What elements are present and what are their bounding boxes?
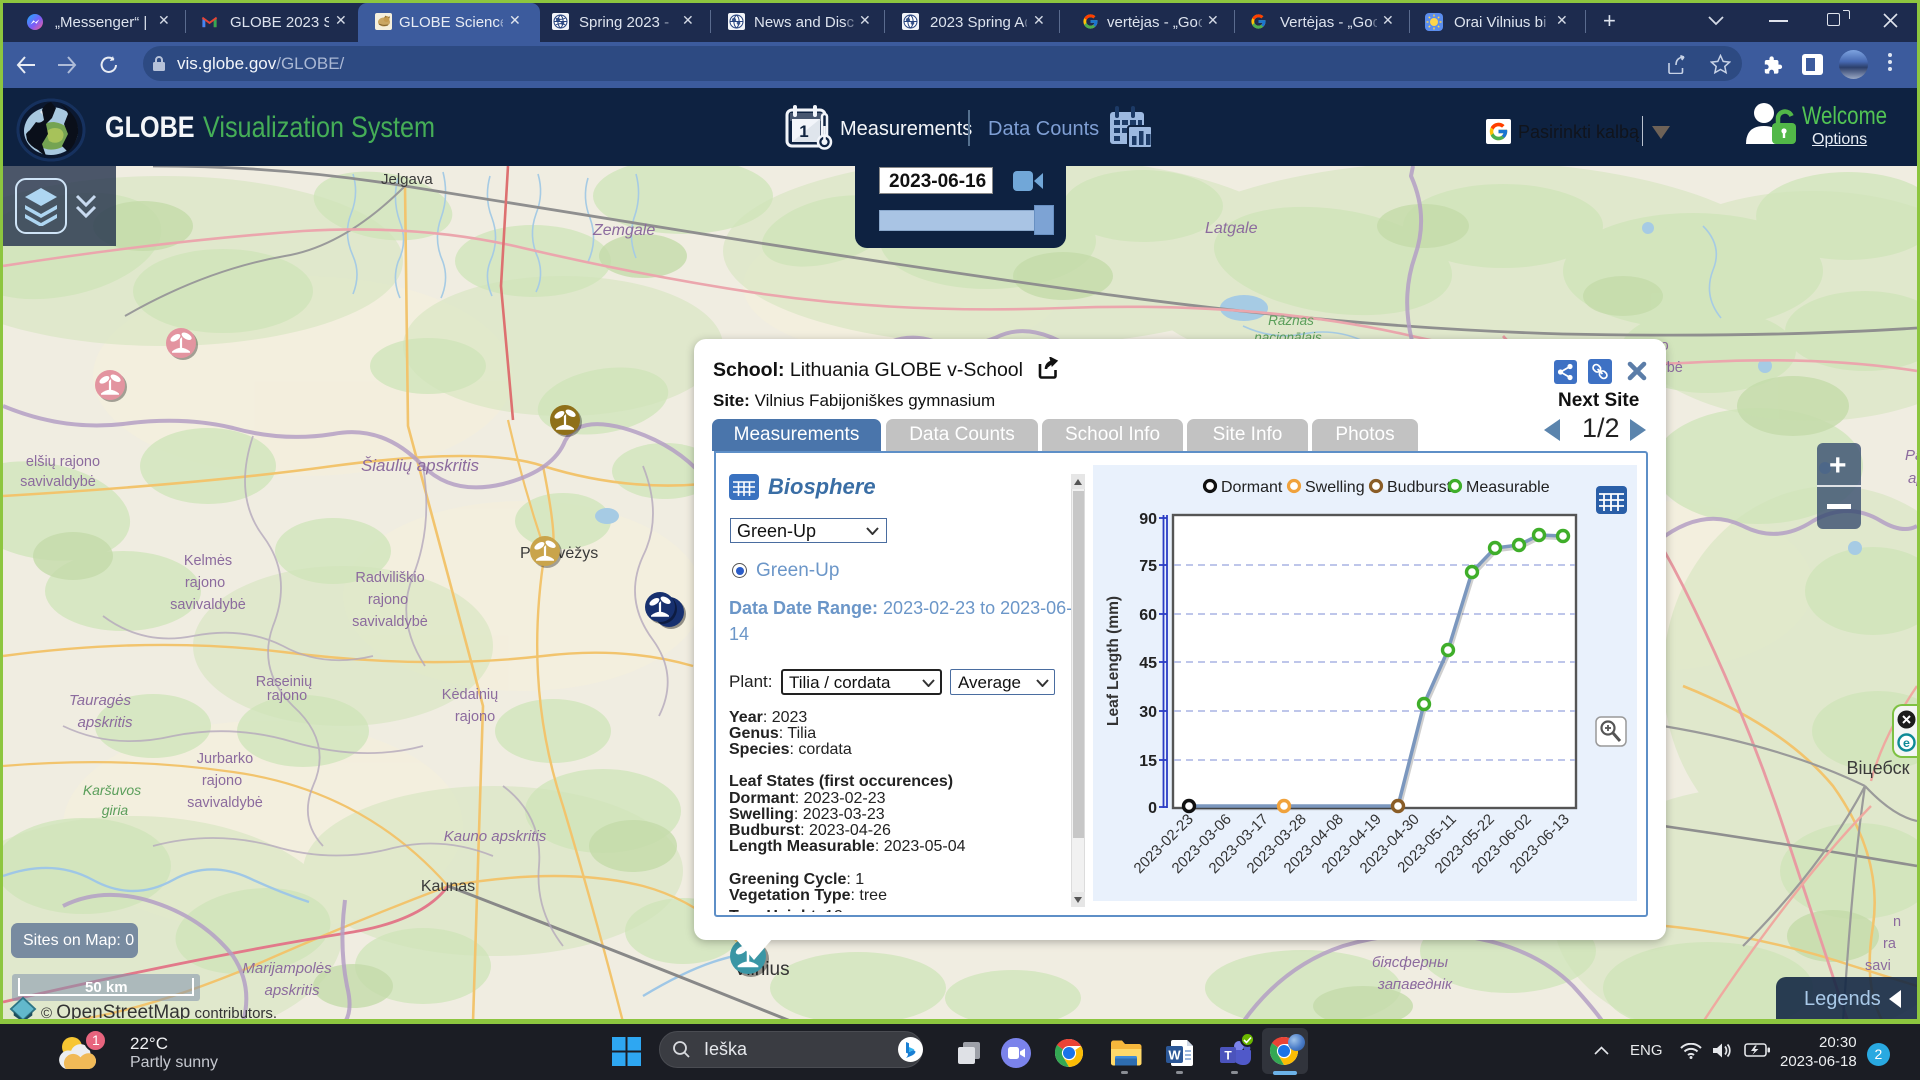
- svg-text:Radviliškio: Radviliškio: [355, 570, 424, 586]
- svg-text:75: 75: [1139, 558, 1157, 575]
- svg-text:15: 15: [1139, 753, 1157, 770]
- svg-text:60: 60: [1139, 607, 1157, 624]
- svg-text:біясферны: біясферны: [1372, 954, 1448, 971]
- svg-text:apskritis: apskritis: [77, 714, 133, 731]
- svg-text:1: 1: [799, 122, 808, 141]
- svg-text:rajono: rajono: [202, 773, 242, 789]
- svg-text:apskritis: apskritis: [264, 982, 320, 999]
- svg-text:запаведнік: запаведнік: [1377, 976, 1453, 993]
- svg-text:Budburst: Budburst: [1387, 479, 1452, 496]
- svg-text:Kėdainių: Kėdainių: [442, 687, 498, 703]
- svg-text:savi: savi: [1865, 958, 1891, 974]
- svg-text:savivaldybė: savivaldybė: [187, 795, 263, 811]
- svg-text:savivaldybė: savivaldybė: [20, 474, 96, 490]
- svg-text:Karšuvos: Karšuvos: [83, 782, 141, 798]
- svg-text:n: n: [1893, 914, 1901, 930]
- svg-text:Šiaulių apskritis: Šiaulių apskritis: [361, 456, 480, 475]
- svg-text:45: 45: [1139, 655, 1157, 672]
- svg-text:Marijampolės: Marijampolės: [242, 960, 332, 977]
- svg-text:rajono: rajono: [185, 575, 225, 591]
- svg-text:savivaldybė: savivaldybė: [352, 614, 428, 630]
- svg-text:Swelling: Swelling: [1305, 479, 1365, 496]
- svg-text:Rāznas: Rāznas: [1268, 313, 1314, 328]
- svg-text:ra: ra: [1883, 936, 1897, 952]
- svg-text:Jelgava: Jelgava: [381, 171, 433, 188]
- svg-text:savivaldybė: savivaldybė: [170, 597, 246, 613]
- svg-text:rajono: rajono: [455, 709, 495, 725]
- svg-text:Zemgale: Zemgale: [592, 222, 655, 239]
- svg-text:giria: giria: [102, 802, 129, 818]
- svg-text:elšių rajono: elšių rajono: [26, 454, 100, 470]
- svg-text:Kaunas: Kaunas: [421, 878, 475, 895]
- svg-text:Latgale: Latgale: [1205, 220, 1258, 237]
- svg-text:Kauno apskritis: Kauno apskritis: [444, 828, 547, 845]
- svg-text:Віцебск: Віцебск: [1847, 758, 1910, 778]
- svg-text:0: 0: [1148, 800, 1157, 817]
- svg-text:Leaf Length (mm): Leaf Length (mm): [1105, 596, 1122, 726]
- svg-text:rajono: rajono: [267, 688, 307, 704]
- svg-text:aps: aps: [1908, 470, 1917, 487]
- svg-text:30: 30: [1139, 704, 1157, 721]
- svg-text:e: e: [1903, 737, 1910, 751]
- svg-text:T: T: [1224, 1049, 1232, 1063]
- svg-text:Kelmės: Kelmės: [184, 553, 232, 569]
- svg-text:W: W: [1168, 1048, 1181, 1063]
- svg-text:Tauragės: Tauragės: [69, 692, 131, 709]
- svg-text:90: 90: [1139, 511, 1157, 528]
- svg-text:Measurable: Measurable: [1466, 479, 1550, 496]
- svg-text:Dormant: Dormant: [1221, 479, 1283, 496]
- svg-text:Pan: Pan: [1905, 447, 1917, 464]
- svg-text:Jurbarko: Jurbarko: [197, 751, 253, 767]
- svg-text:rajono: rajono: [368, 592, 408, 608]
